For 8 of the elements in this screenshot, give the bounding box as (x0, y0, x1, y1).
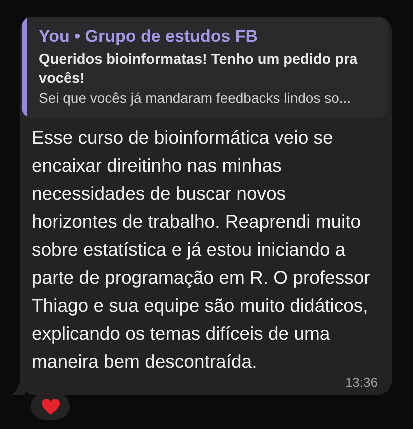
timestamp: 13:36 (345, 376, 378, 389)
heart-icon (40, 398, 60, 416)
quote-title: Queridos bioinformatas! Tenho um pedido pra vocês! (39, 51, 359, 89)
quote-preview: Sei que vocês já mandaram feedbacks lindos so... (39, 89, 352, 108)
quote-author: You • Grupo de estudos FB (39, 27, 260, 47)
quoted-message[interactable]: You • Grupo de estudos FB Queridos bioinformatas! Tenho um pedido pra vocês! Sei que vocês já mandaram feedbacks lindos so... (22, 17, 388, 118)
message-text: Esse curso de bioinformática veio se encaixar direitinho nas minhas necessidades de buscar novos horizontes de trabalho. Reaprendi muito sobre estatística e já estou iniciando a parte de programação em R. O professor Thiago e sua equipe são muito didáticos, explicando os temas difíceis de uma maneira bem descontraída. (31, 126, 372, 374)
heart-reaction-button[interactable] (31, 393, 70, 420)
